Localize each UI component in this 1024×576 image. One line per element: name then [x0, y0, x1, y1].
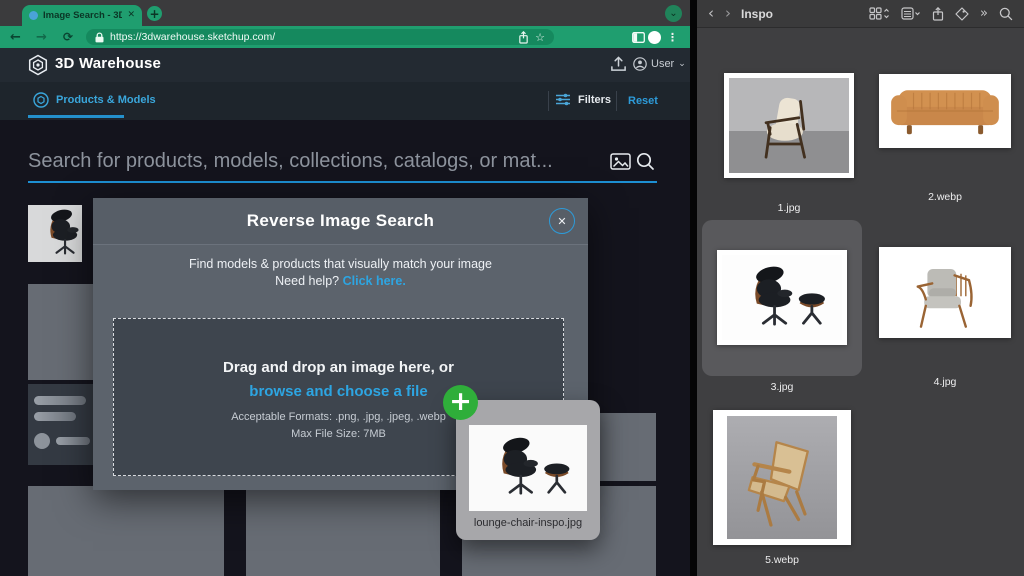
tags-icon[interactable]	[955, 7, 969, 21]
file-label-3[interactable]: 3.jpg	[702, 381, 862, 393]
share-icon[interactable]	[932, 7, 944, 21]
file-thumbnail-5[interactable]	[713, 410, 851, 545]
modal-title: Reverse Image Search	[247, 211, 434, 231]
lock-icon	[95, 32, 104, 43]
products-models-label: Products & Models	[56, 94, 156, 106]
reset-button[interactable]: Reset	[628, 95, 658, 107]
browser-toolbar: ← → ⟳ https://3dwarehouse.sketchup.com/ …	[0, 26, 690, 48]
search-underline	[28, 181, 657, 183]
search-input[interactable]	[28, 142, 606, 180]
skeleton-card	[596, 413, 656, 481]
reload-button[interactable]: ⟳	[63, 26, 73, 48]
dragged-file-name: lounge-chair-inspo.jpg	[456, 517, 600, 529]
skeleton-card	[28, 284, 93, 380]
file-thumbnail-3[interactable]	[717, 250, 847, 345]
lounge-chair-image	[28, 205, 82, 262]
finder-window-title: Inspo	[741, 7, 773, 21]
browser-window: Image Search - 3D Warehouse ✕ + ⌄ ← → ⟳ …	[0, 0, 690, 576]
products-models-icon	[33, 92, 49, 108]
browse-file-link[interactable]: browse and choose a file	[114, 383, 563, 400]
upload-model-icon[interactable]	[610, 56, 627, 72]
skeleton-card	[246, 486, 440, 576]
browser-tab-strip: Image Search - 3D Warehouse ✕ + ⌄	[0, 0, 690, 26]
finder-back-button[interactable]: ‹	[708, 6, 714, 21]
tab-title: Image Search - 3D Warehouse	[43, 10, 122, 21]
url-text: https://3dwarehouse.sketchup.com/	[110, 31, 512, 43]
3d-warehouse-logo-icon	[27, 54, 49, 76]
site-nav-bar: Products & Models Filters Reset	[0, 82, 690, 120]
cane-chair-photo	[727, 416, 837, 539]
drop-allowed-plus-icon: +	[443, 385, 478, 420]
skeleton-card-text	[28, 384, 93, 465]
dragged-file-card[interactable]: + lounge-chair-inspo.jpg	[456, 400, 600, 540]
new-tab-button[interactable]: +	[147, 6, 162, 21]
active-tab-underline	[28, 115, 124, 118]
file-thumbnail-4[interactable]	[879, 247, 1011, 338]
nav-divider	[548, 91, 549, 111]
modal-subtitle: Find models & products that visually mat…	[93, 257, 588, 271]
forward-button[interactable]: →	[36, 26, 47, 48]
browser-tab[interactable]: Image Search - 3D Warehouse ✕	[22, 5, 142, 26]
file-label-5[interactable]: 5.webp	[713, 554, 851, 566]
view-switcher-icon[interactable]	[869, 7, 890, 20]
user-menu-chevron-icon: ⌄	[678, 60, 686, 69]
finder-window: ‹ › Inspo	[697, 0, 1024, 576]
site-header: 3D Warehouse User ⌄	[0, 48, 690, 82]
group-by-icon[interactable]	[901, 7, 921, 20]
modal-help-line: Need help? Click here.	[93, 274, 588, 288]
file-label-4[interactable]: 4.jpg	[879, 376, 1011, 388]
result-thumbnail[interactable]	[28, 205, 82, 262]
filters-button[interactable]: Filters	[555, 93, 611, 106]
image-search-icon[interactable]	[610, 153, 631, 170]
brand-title[interactable]: 3D Warehouse	[55, 55, 161, 72]
modal-header: Reverse Image Search ✕	[93, 198, 588, 245]
side-panel-icon[interactable]	[632, 32, 645, 43]
bookmark-star-icon[interactable]: ☆	[535, 32, 545, 43]
dragged-file-thumbnail	[469, 425, 587, 511]
filters-label: Filters	[578, 94, 611, 106]
finder-toolbar: ‹ › Inspo	[697, 0, 1024, 28]
search-submit-icon[interactable]	[636, 152, 655, 171]
help-prefix: Need help?	[275, 274, 339, 288]
lounge-chair-photo	[722, 255, 842, 340]
back-button[interactable]: ←	[10, 26, 21, 48]
file-label-1[interactable]: 1.jpg	[724, 202, 854, 214]
file-thumbnail-2[interactable]	[879, 74, 1011, 148]
tab-favicon-icon	[29, 11, 38, 20]
file-thumbnail-1[interactable]	[724, 73, 854, 178]
window-divider	[690, 0, 697, 576]
filters-sliders-icon	[555, 93, 571, 106]
help-link[interactable]: Click here.	[343, 274, 406, 288]
finder-search-icon[interactable]	[999, 7, 1013, 21]
modal-close-button[interactable]: ✕	[549, 208, 575, 234]
profile-avatar[interactable]	[648, 31, 661, 44]
tab-products-models[interactable]: Products & Models	[33, 92, 156, 108]
lounge-chair-image	[474, 432, 582, 504]
nav-divider	[616, 91, 617, 111]
leather-sofa-photo	[883, 78, 1007, 144]
finder-forward-button[interactable]: ›	[725, 6, 731, 21]
drop-instruction: Drag and drop an image here, or	[114, 359, 563, 376]
user-menu[interactable]: User ⌄	[633, 57, 686, 71]
skeleton-card	[28, 486, 224, 576]
browser-menu-icon[interactable]: ⋮	[667, 26, 678, 48]
tab-close-icon[interactable]: ✕	[127, 11, 135, 20]
more-toolbar-items-icon[interactable]: »	[980, 7, 988, 20]
share-page-icon[interactable]	[518, 31, 529, 44]
armchair-photo	[729, 78, 849, 173]
tab-list-chevron-icon[interactable]: ⌄	[665, 5, 682, 22]
file-label-2[interactable]: 2.webp	[879, 191, 1011, 203]
wood-armchair-photo	[883, 251, 1007, 334]
screen: Image Search - 3D Warehouse ✕ + ⌄ ← → ⟳ …	[0, 0, 1024, 576]
user-menu-label: User	[651, 58, 674, 70]
user-avatar-icon	[633, 57, 647, 71]
url-bar[interactable]: https://3dwarehouse.sketchup.com/ ☆	[86, 29, 554, 45]
